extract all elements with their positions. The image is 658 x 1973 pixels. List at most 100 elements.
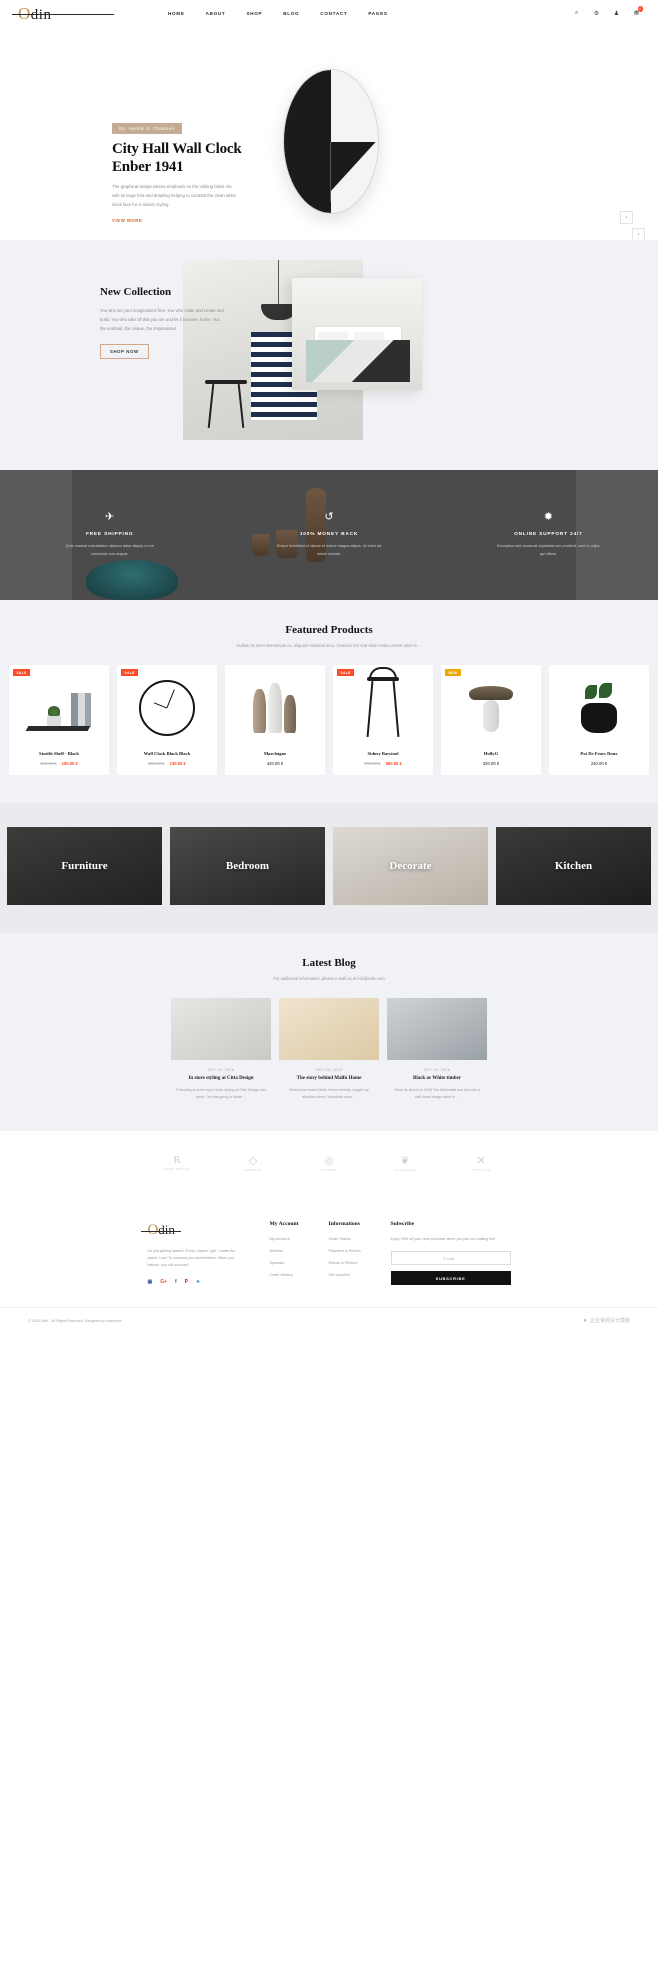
vase-left	[253, 689, 266, 733]
clock-minute-hand	[166, 689, 176, 709]
brand-logo[interactable]: ❦ Ambassador	[385, 1148, 425, 1178]
pinterest-icon[interactable]: P	[185, 1279, 188, 1285]
product-card[interactable]: SALE Sidney Barstool 700.00 € 550.00 €	[333, 665, 433, 775]
feature-title: FREE SHIPPING	[85, 532, 134, 538]
brand-logo[interactable]: ✕ CROSS CO	[461, 1148, 501, 1178]
footer-link-specials[interactable]: Specials	[269, 1260, 298, 1265]
footer-about-text: I'm just getting started. Every chance I…	[147, 1248, 236, 1268]
brand-mark: ❦	[400, 1154, 410, 1167]
footer-logo-text: din	[158, 1221, 175, 1237]
footer-link-my-account[interactable]: My Account	[269, 1236, 298, 1241]
shelf-art	[25, 685, 91, 731]
footer-link-gift-voucher[interactable]: Gift Voucher	[329, 1272, 361, 1277]
nav-item-home[interactable]: HOME	[168, 11, 185, 16]
footer-subscribe-column: Subscribe Enjoy 15% off your next purcha…	[390, 1220, 511, 1286]
user-icon[interactable]: ♟	[613, 10, 620, 17]
feature-money-back: ↺ 100% MONEY BACK Empor incididunt ut la…	[219, 512, 438, 557]
product-price: 440.00 €	[266, 761, 284, 766]
product-card[interactable]: Pot De Feurs Doux 240.00 €	[549, 665, 649, 775]
product-price-row: 320.00 €	[441, 761, 541, 766]
brand-caption: CROSS CO	[470, 1167, 491, 1172]
blog-card[interactable]: DEC 04, 2018 Black or White timber Since…	[387, 998, 487, 1101]
footer-link-payment-pricing[interactable]: Payment & Pricinh	[329, 1248, 361, 1253]
category-card-kitchen[interactable]: Kitchen	[496, 827, 651, 905]
nav-item-blog[interactable]: BLOG	[283, 11, 299, 16]
hero-view-more-link[interactable]: VIEW MORE	[112, 218, 142, 223]
product-price: 320.00 €	[482, 761, 500, 766]
main-nav: HOME ABOUT SHOP BLOG CONTACT PAGES	[168, 11, 388, 16]
twitter-icon[interactable]: ➤	[196, 1279, 200, 1285]
product-name: Marchagne	[263, 751, 287, 756]
hero-title: City Hall Wall Clock Enber 1941	[112, 141, 262, 176]
brand-logo[interactable]: R DOOR PALACE	[157, 1148, 197, 1178]
leaf-1	[585, 685, 597, 699]
features-row: ✈ FREE SHIPPING Quis nostrud exercitatio…	[0, 470, 658, 600]
airplane-icon: ✈	[105, 511, 115, 524]
product-name: Wall Clock Black Black	[143, 751, 191, 756]
subscribe-button[interactable]: SUBSCRIBE	[390, 1271, 511, 1286]
nav-item-contact[interactable]: CONTACT	[320, 11, 347, 16]
shop-now-button[interactable]: SHOP NOW	[100, 344, 149, 360]
blog-subtitle: For additional information, please e-mai…	[273, 976, 385, 981]
hero-text-block: By: Henrik S. Thomsen City Hall Wall Clo…	[112, 117, 262, 227]
latest-blog-section: Latest Blog For additional information, …	[0, 933, 658, 1131]
google-plus-icon[interactable]: G+	[160, 1279, 167, 1285]
footer-link-return-refund[interactable]: Return & Refund	[329, 1260, 361, 1265]
planter	[47, 715, 61, 726]
nav-item-shop[interactable]: SHOP	[246, 11, 262, 16]
blog-card[interactable]: DEC 04, 2018 In store styling at Citta D…	[171, 998, 271, 1101]
blog-post-title[interactable]: In store styling at Citta Design	[171, 1076, 271, 1081]
brand-caption: VINTAGE	[320, 1167, 338, 1172]
books	[71, 693, 91, 727]
settings-icon[interactable]: ⚙	[593, 10, 600, 17]
nav-item-pages[interactable]: PAGES	[368, 11, 387, 16]
stool-leg-2	[392, 681, 400, 737]
bed-blanket	[306, 340, 410, 382]
carousel-prev-button[interactable]: ‹	[620, 211, 633, 224]
nav-item-about[interactable]: ABOUT	[206, 11, 226, 16]
footer-link-wishlist[interactable]: Wishlist	[269, 1248, 298, 1253]
facebook-icon[interactable]: f	[175, 1279, 177, 1285]
footer-heading-subscribe: Subscribe	[390, 1220, 415, 1227]
product-old-price: 150.00 €	[148, 761, 165, 766]
cart-icon[interactable]: ⛃ 0	[633, 6, 643, 17]
product-image	[117, 665, 217, 751]
footer-link-order-status[interactable]: Order Status	[329, 1236, 361, 1241]
blog-post-title[interactable]: The story behind Malfu Home	[279, 1076, 379, 1081]
watermark: ● 企业官网设计模板	[583, 1317, 630, 1325]
brand-logos-row: R DOOR PALACE ◇ DIAMOND ◎ VINTAGE ❦ Amba…	[0, 1130, 658, 1195]
search-icon[interactable]: ⌕	[573, 10, 580, 17]
category-label: Bedroom	[225, 860, 270, 872]
product-name: Stealth Shelf - Black	[39, 751, 79, 756]
category-card-furniture[interactable]: Furniture	[7, 827, 162, 905]
categories-section: Furniture Bedroom Decorate Kitchen	[0, 803, 658, 933]
hero-title-line1: City Hall Wall Clock	[112, 141, 242, 157]
stool-leg-right	[237, 384, 245, 428]
newsletter-email-input[interactable]: E-mail...	[390, 1251, 511, 1266]
blog-card[interactable]: DEC 04, 2018 The story behind Malfu Home…	[279, 998, 379, 1101]
blog-post-title[interactable]: Black or White timber	[387, 1076, 487, 1081]
product-badge: NEW	[445, 669, 461, 676]
blog-grid: DEC 04, 2018 In store styling at Citta D…	[0, 998, 658, 1101]
new-collection-image-right	[292, 278, 422, 390]
brand-logo[interactable]: ◇ DIAMOND	[233, 1148, 273, 1178]
category-grid: Furniture Bedroom Decorate Kitchen	[0, 827, 658, 905]
brand-logo[interactable]: ◎ VINTAGE	[309, 1148, 349, 1178]
product-image	[549, 665, 649, 751]
stool-object	[205, 380, 247, 428]
site-logo[interactable]: Odin	[12, 4, 114, 24]
instagram-icon[interactable]: ▣	[147, 1279, 152, 1285]
footer-link-order-history[interactable]: Order History	[269, 1272, 298, 1277]
footer-logo[interactable]: Odin	[141, 1221, 181, 1239]
product-card[interactable]: SALE Stealth Shelf - Black 120.00 € 100.…	[9, 665, 109, 775]
footer-heading-informations: Informations	[328, 1220, 360, 1227]
footer-informations-column: Informations Order Status Payment & Pric…	[329, 1221, 361, 1285]
category-card-bedroom[interactable]: Bedroom	[170, 827, 325, 905]
category-card-decorate[interactable]: Decorate	[333, 827, 488, 905]
product-card[interactable]: NEW HollyG 320.00 €	[441, 665, 541, 775]
product-card[interactable]: SALE Wall Clock Black Black 150.00 € 130…	[117, 665, 217, 775]
site-header: Odin HOME ABOUT SHOP BLOG CONTACT PAGES …	[0, 0, 658, 27]
product-image	[9, 665, 109, 751]
product-card[interactable]: Marchagne 440.00 €	[225, 665, 325, 775]
hero-carousel-arrows: ‹ ›	[620, 211, 645, 241]
